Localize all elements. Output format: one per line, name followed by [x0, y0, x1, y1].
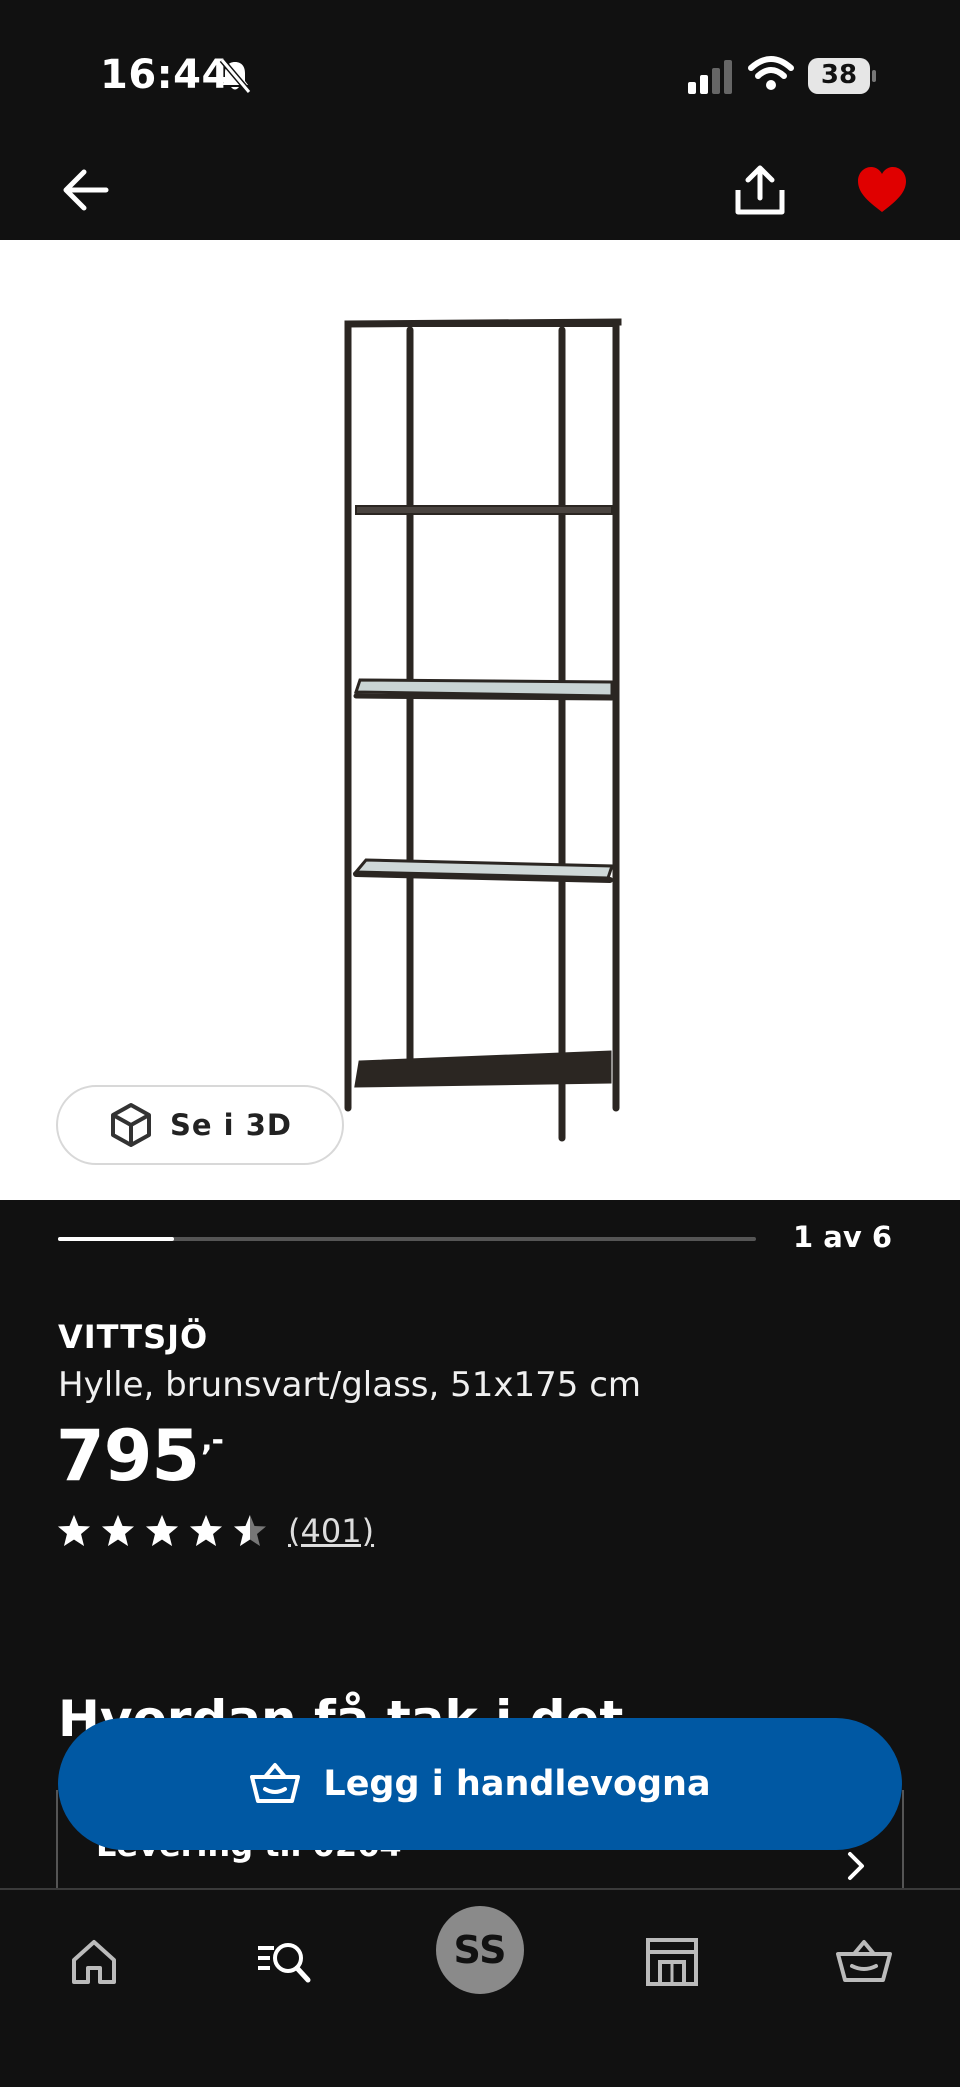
status-bar: 16:44 38 [0, 0, 960, 140]
star-icon [190, 1515, 222, 1546]
product-rating[interactable]: (401) [56, 1512, 374, 1550]
battery-level: 38 [820, 60, 858, 90]
gallery-progress [58, 1237, 756, 1241]
product-gallery[interactable]: Se i 3D [0, 240, 960, 1200]
heart-icon[interactable] [856, 164, 908, 216]
product-image[interactable] [320, 300, 640, 1170]
star-icon [234, 1515, 266, 1546]
cart-icon[interactable] [832, 1930, 896, 1994]
view-in-3d-button[interactable]: Se i 3D [56, 1085, 344, 1165]
store-icon[interactable] [640, 1930, 704, 1994]
price-suffix: ,- [201, 1423, 224, 1458]
star-icon [58, 1515, 90, 1546]
basket-icon [250, 1763, 301, 1803]
home-icon[interactable] [62, 1930, 126, 1994]
app-header [0, 140, 960, 240]
product-description: Hylle, brunsvart/glass, 51x175 cm [58, 1365, 642, 1405]
search-list-icon[interactable] [252, 1930, 316, 1994]
gallery-counter: 1 av 6 [792, 1220, 892, 1254]
product-name: VITTSJÖ [58, 1318, 209, 1356]
view-in-3d-label: Se i 3D [170, 1108, 292, 1142]
cube-icon [111, 1103, 152, 1147]
add-to-cart-label: Legg i handlevogna [323, 1764, 711, 1804]
status-time: 16:44 [100, 52, 230, 98]
arrow-left-icon[interactable] [58, 162, 114, 218]
share-icon[interactable] [730, 160, 790, 220]
wifi-icon [748, 56, 794, 90]
add-to-cart-button[interactable]: Legg i handlevogna [58, 1718, 902, 1850]
gallery-progress-fill [58, 1237, 175, 1241]
battery-icon: 38 [808, 58, 876, 94]
star-icon [146, 1515, 178, 1546]
price-value: 795 [56, 1415, 200, 1497]
profile-avatar[interactable]: SS [436, 1906, 524, 1994]
product-price: 795,- [56, 1415, 224, 1497]
bell-slash-icon [219, 58, 252, 94]
chevron-right-icon [848, 1852, 864, 1880]
star-icon [102, 1515, 134, 1546]
bottom-navigation: SS [0, 1888, 960, 2087]
avatar-initials: SS [453, 1928, 507, 1972]
review-count-link[interactable]: (401) [288, 1512, 374, 1550]
signal-icon [688, 60, 732, 94]
